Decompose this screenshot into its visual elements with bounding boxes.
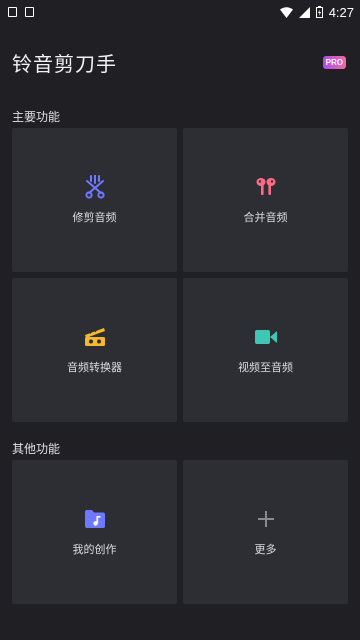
- battery-icon: [315, 6, 323, 18]
- status-bar: 4:27: [0, 0, 360, 24]
- app-header: 铃音剪刀手 PRO: [0, 40, 360, 84]
- notification-icons: [8, 7, 34, 17]
- more-card[interactable]: 更多: [183, 460, 348, 604]
- video-camera-icon: [254, 325, 278, 349]
- section-title-main: 主要功能: [12, 110, 61, 124]
- section-title-other: 其他功能: [12, 442, 61, 456]
- wifi-icon: [279, 6, 293, 18]
- my-creations-label: 我的创作: [72, 543, 117, 556]
- more-label: 更多: [254, 543, 277, 556]
- trim-audio-card[interactable]: 修剪音频: [12, 128, 177, 272]
- cell-signal-icon: [298, 6, 310, 18]
- system-icons: 4:27: [279, 4, 354, 20]
- scissors-icon: [83, 175, 107, 199]
- earbuds-icon: [254, 175, 278, 199]
- music-folder-icon: [83, 507, 107, 531]
- plus-icon: [254, 507, 278, 531]
- trim-audio-label: 修剪音频: [72, 211, 117, 224]
- download-notification-icon: [25, 7, 34, 17]
- pro-badge[interactable]: PRO: [322, 55, 346, 69]
- video-to-audio-label: 视频至音频: [238, 361, 293, 374]
- app-title: 铃音剪刀手: [12, 51, 117, 76]
- clapper-icon: [83, 325, 107, 349]
- my-creations-card[interactable]: 我的创作: [12, 460, 177, 604]
- merge-audio-label: 合并音频: [243, 211, 288, 224]
- video-to-audio-card[interactable]: 视频至音频: [183, 278, 348, 422]
- audio-converter-label: 音频转换器: [67, 361, 122, 374]
- merge-audio-card[interactable]: 合并音频: [183, 128, 348, 272]
- notification-icon: [8, 7, 17, 17]
- audio-converter-card[interactable]: 音频转换器: [12, 278, 177, 422]
- clock: 4:27: [328, 4, 354, 20]
